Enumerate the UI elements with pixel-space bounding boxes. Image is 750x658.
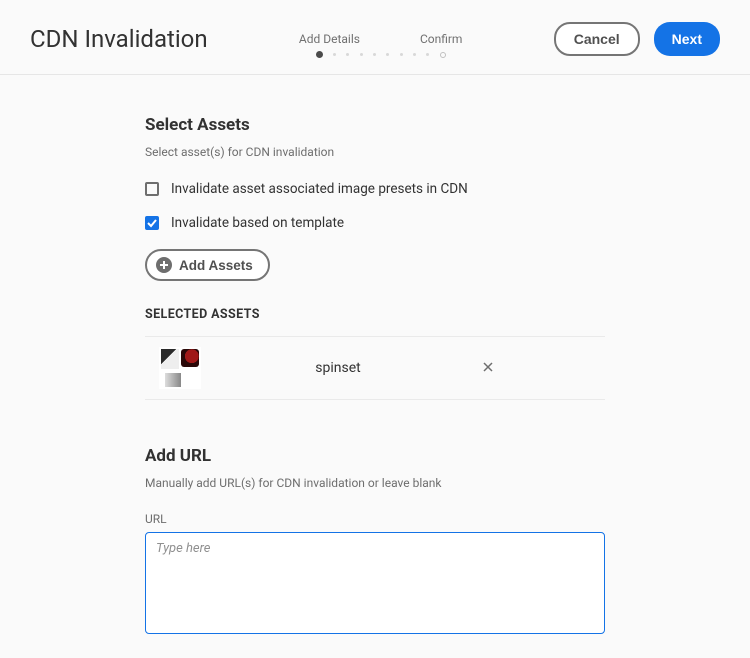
checkbox-label: Invalidate asset associated image preset… <box>171 181 468 197</box>
wizard-stepper: Add Details Confirm <box>208 32 554 46</box>
close-icon <box>483 362 493 372</box>
remove-asset-button[interactable] <box>475 356 501 380</box>
asset-thumbnail <box>159 347 201 389</box>
step-dot-active <box>316 51 323 58</box>
checkbox-row-template[interactable]: Invalidate based on template <box>145 215 605 231</box>
url-field-label: URL <box>145 512 605 526</box>
add-url-sub: Manually add URL(s) for CDN invalidation… <box>145 476 605 490</box>
step-dot-hollow <box>440 52 446 58</box>
asset-row: spinset <box>145 336 605 400</box>
step-dot <box>360 53 363 56</box>
step-confirm: Confirm <box>420 32 463 46</box>
url-textarea[interactable] <box>145 532 605 634</box>
add-url-heading: Add URL <box>145 446 605 466</box>
asset-name: spinset <box>201 360 475 376</box>
add-assets-label: Add Assets <box>179 258 253 273</box>
plus-circle-icon <box>156 257 172 273</box>
checkbox-unchecked-icon[interactable] <box>145 182 159 196</box>
step-label: Confirm <box>420 32 463 46</box>
step-dot <box>346 53 349 56</box>
step-label: Add Details <box>299 32 360 46</box>
step-dot <box>333 53 336 56</box>
page-header: CDN Invalidation Add Details Confirm Can… <box>0 0 750 75</box>
add-assets-button[interactable]: Add Assets <box>145 249 270 281</box>
step-dot <box>386 53 389 56</box>
next-button[interactable]: Next <box>654 22 720 56</box>
selected-assets-label: SELECTED ASSETS <box>145 307 605 322</box>
checkbox-label: Invalidate based on template <box>171 215 344 231</box>
checkbox-row-presets[interactable]: Invalidate asset associated image preset… <box>145 181 605 197</box>
select-assets-sub: Select asset(s) for CDN invalidation <box>145 145 605 159</box>
page-title: CDN Invalidation <box>30 25 208 53</box>
step-dot <box>413 53 416 56</box>
step-add-details: Add Details <box>299 32 360 46</box>
step-dot <box>426 53 429 56</box>
step-dot <box>400 53 403 56</box>
cancel-button[interactable]: Cancel <box>554 22 640 56</box>
select-assets-heading: Select Assets <box>145 115 605 135</box>
header-actions: Cancel Next <box>554 22 720 56</box>
main-content: Select Assets Select asset(s) for CDN in… <box>0 75 750 658</box>
step-dot <box>373 53 376 56</box>
add-url-section: Add URL Manually add URL(s) for CDN inva… <box>145 446 605 638</box>
checkbox-checked-icon[interactable] <box>145 216 159 230</box>
